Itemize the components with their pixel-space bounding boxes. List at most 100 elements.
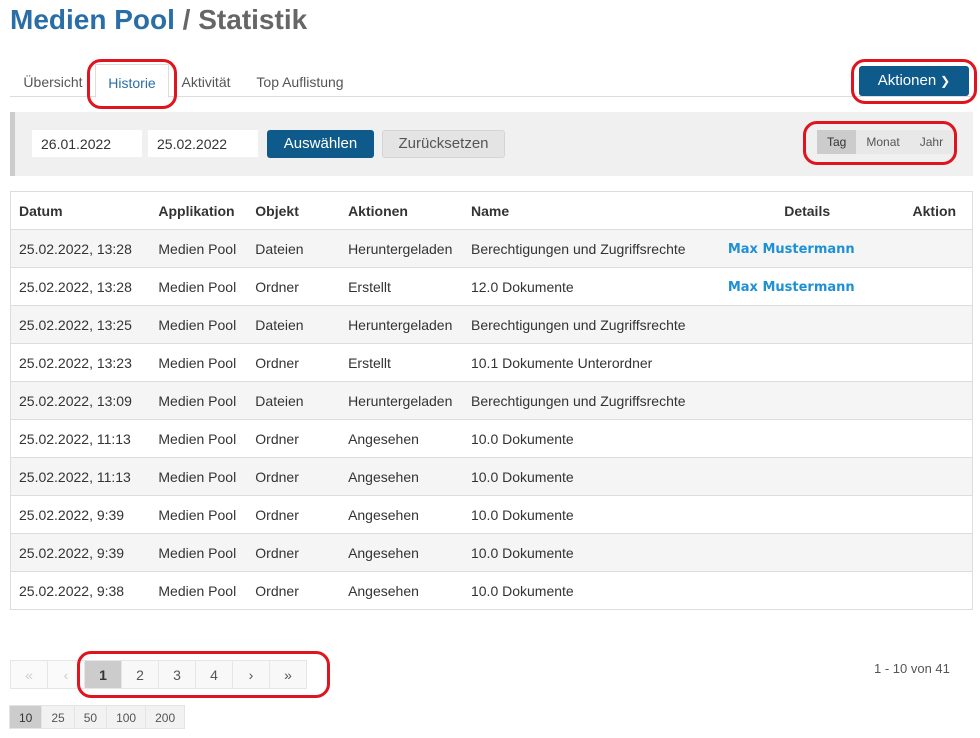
cell-name: 10.0 Dokumente xyxy=(462,457,710,496)
table-row[interactable]: 25.02.2022, 9:39 Medien Pool Ordner Angeseh… xyxy=(10,533,973,572)
aktionen-button[interactable]: Aktionen ❯ xyxy=(859,66,969,96)
tab-historie[interactable]: Historie xyxy=(95,64,169,98)
cell-aktion-actions xyxy=(904,267,973,306)
cell-details xyxy=(709,533,905,572)
tab-aktivitaet[interactable]: Aktivität xyxy=(180,64,232,97)
cell-aktion: Angesehen xyxy=(340,419,463,458)
cell-objekt: Ordner xyxy=(247,419,341,458)
cell-datum: 25.02.2022, 9:39 xyxy=(10,533,151,572)
cell-aktion-actions xyxy=(904,457,973,496)
details-user-link xyxy=(718,394,728,409)
details-user-link xyxy=(718,432,728,447)
table-header-row: Datum Applikation Objekt Aktionen Name D… xyxy=(10,191,973,230)
page-title: Medien Pool / Statistik xyxy=(10,4,307,36)
cell-aktion: Heruntergeladen xyxy=(340,381,463,420)
cell-aktion: Heruntergeladen xyxy=(340,305,463,344)
date-from-input[interactable] xyxy=(32,130,142,157)
cell-aktion: Angesehen xyxy=(340,457,463,496)
cell-datum: 25.02.2022, 11:13 xyxy=(10,457,151,496)
cell-aktion-actions xyxy=(904,229,973,268)
select-button[interactable]: Auswählen xyxy=(267,130,374,158)
details-user-link xyxy=(718,318,728,333)
page-3-button[interactable]: 3 xyxy=(158,660,196,689)
cell-aktion-actions xyxy=(904,305,973,344)
table-row[interactable]: 25.02.2022, 13:28 Medien Pool Ordner Erstel… xyxy=(10,267,973,306)
table-row[interactable]: 25.02.2022, 9:38 Medien Pool Ordner Angeseh… xyxy=(10,571,973,610)
column-header-datum[interactable]: Datum xyxy=(10,191,151,230)
cell-objekt: Ordner xyxy=(247,533,341,572)
first-page-button[interactable]: « xyxy=(10,660,48,689)
column-header-objekt[interactable]: Objekt xyxy=(247,191,341,230)
cell-applikation: Medien Pool xyxy=(150,533,248,572)
table-row[interactable]: 25.02.2022, 13:28 Medien Pool Dateien Herun… xyxy=(10,229,973,268)
details-user-link[interactable]: Max Mustermann xyxy=(718,242,855,257)
history-table: Datum Applikation Objekt Aktionen Name D… xyxy=(10,191,973,610)
period-tag-button[interactable]: Tag xyxy=(817,130,857,154)
cell-applikation: Medien Pool xyxy=(150,267,248,306)
last-page-button[interactable]: » xyxy=(269,660,307,689)
cell-objekt: Dateien xyxy=(247,229,341,268)
page-title-separator: / xyxy=(174,4,199,35)
table-row[interactable]: 25.02.2022, 13:25 Medien Pool Dateien Herun… xyxy=(10,305,973,344)
cell-applikation: Medien Pool xyxy=(150,305,248,344)
cell-name: 12.0 Dokumente xyxy=(462,267,710,306)
cell-details xyxy=(709,457,905,496)
column-header-applikation[interactable]: Applikation xyxy=(150,191,248,230)
page-size-selector: 10 25 50 100 200 xyxy=(9,705,186,729)
prev-page-button[interactable]: ‹ xyxy=(47,660,85,689)
table-row[interactable]: 25.02.2022, 11:13 Medien Pool Ordner Angese… xyxy=(10,419,973,458)
cell-aktion: Heruntergeladen xyxy=(340,229,463,268)
page-size-25-button[interactable]: 25 xyxy=(41,705,75,729)
page-1-button[interactable]: 1 xyxy=(84,660,122,689)
cell-details: Max Mustermann xyxy=(709,267,905,306)
page-4-button[interactable]: 4 xyxy=(195,660,233,689)
cell-objekt: Ordner xyxy=(247,343,341,382)
cell-aktion-actions xyxy=(904,533,973,572)
cell-applikation: Medien Pool xyxy=(150,495,248,534)
page-size-10-button[interactable]: 10 xyxy=(9,705,43,729)
chevron-down-icon: ❯ xyxy=(940,74,951,88)
cell-aktion-actions xyxy=(904,571,973,610)
cell-applikation: Medien Pool xyxy=(150,419,248,458)
cell-datum: 25.02.2022, 9:38 xyxy=(10,571,151,610)
cell-name: 10.0 Dokumente xyxy=(462,419,710,458)
cell-aktion-actions xyxy=(904,419,973,458)
next-page-button[interactable]: › xyxy=(232,660,270,689)
tab-bar: Übersicht Historie Aktivität Top Auflist… xyxy=(10,64,973,98)
cell-datum: 25.02.2022, 13:23 xyxy=(10,343,151,382)
reset-button[interactable]: Zurücksetzen xyxy=(382,130,505,158)
period-monat-button[interactable]: Monat xyxy=(856,130,910,154)
table-row[interactable]: 25.02.2022, 9:39 Medien Pool Ordner Angeseh… xyxy=(10,495,973,534)
cell-name: 10.0 Dokumente xyxy=(462,571,710,610)
cell-aktion: Angesehen xyxy=(340,495,463,534)
table-row[interactable]: 25.02.2022, 13:23 Medien Pool Ordner Erstel… xyxy=(10,343,973,382)
cell-aktion: Erstellt xyxy=(340,343,463,382)
cell-name: 10.1 Dokumente Unterordner xyxy=(462,343,710,382)
table-row[interactable]: 25.02.2022, 13:09 Medien Pool Dateien Herun… xyxy=(10,381,973,420)
tab-top-auflistung[interactable]: Top Auflistung xyxy=(253,64,347,97)
cell-objekt: Dateien xyxy=(247,305,341,344)
cell-aktion: Erstellt xyxy=(340,267,463,306)
column-header-name[interactable]: Name xyxy=(462,191,710,230)
range-info: 1 - 10 von 41 xyxy=(874,661,950,676)
details-user-link xyxy=(718,470,728,485)
page-2-button[interactable]: 2 xyxy=(121,660,159,689)
table-row[interactable]: 25.02.2022, 11:13 Medien Pool Ordner Angese… xyxy=(10,457,973,496)
period-jahr-button[interactable]: Jahr xyxy=(909,130,954,154)
cell-name: Berechtigungen und Zugriffsrechte xyxy=(462,381,710,420)
cell-aktion: Angesehen xyxy=(340,571,463,610)
tab-uebersicht[interactable]: Übersicht xyxy=(20,64,86,97)
cell-applikation: Medien Pool xyxy=(150,457,248,496)
page-title-app: Medien Pool xyxy=(10,4,175,35)
page-size-50-button[interactable]: 50 xyxy=(73,705,108,729)
cell-details xyxy=(709,419,905,458)
aktionen-button-label: Aktionen xyxy=(877,72,937,89)
page-size-100-button[interactable]: 100 xyxy=(106,705,147,729)
date-to-input[interactable] xyxy=(148,130,258,157)
details-user-link[interactable]: Max Mustermann xyxy=(718,280,855,295)
cell-name: Berechtigungen und Zugriffsrechte xyxy=(462,229,710,268)
page-size-200-button[interactable]: 200 xyxy=(145,705,186,729)
column-header-aktionen[interactable]: Aktionen xyxy=(340,191,463,230)
cell-applikation: Medien Pool xyxy=(150,343,248,382)
details-user-link xyxy=(718,356,728,371)
